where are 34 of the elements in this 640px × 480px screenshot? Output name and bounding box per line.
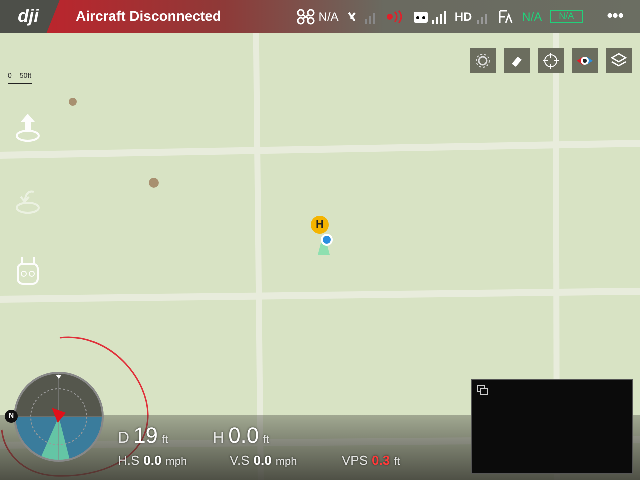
telemetry-unit: mph [276, 455, 298, 470]
telemetry-unit: ft [394, 455, 400, 470]
drone-icon [296, 8, 315, 24]
status-title: Aircraft Disconnected [76, 7, 222, 26]
telemetry-label: D [118, 429, 130, 449]
crosshair-icon [543, 52, 559, 68]
telemetry-label: V.S [230, 452, 250, 470]
telemetry-label: H [213, 429, 225, 449]
telemetry-label: VPS [342, 452, 368, 470]
layers-icon [611, 52, 627, 68]
dji-logo: dji [0, 0, 60, 33]
settings-icon [475, 52, 491, 68]
gps-status: N/A [522, 8, 542, 26]
layers-button[interactable] [606, 48, 632, 73]
switch-view-icon[interactable] [477, 385, 489, 397]
battery-status: N/A [550, 10, 584, 23]
hd-label: HD [454, 8, 472, 26]
telemetry-label: H.S [118, 452, 140, 470]
direction-button[interactable] [572, 48, 598, 73]
gps-mode-icon [498, 8, 514, 24]
telemetry-unit: mph [166, 455, 188, 470]
more-menu[interactable]: ••• [607, 4, 624, 28]
telemetry-unit: ft [162, 433, 168, 448]
aircraft-status: N/A [318, 8, 339, 26]
crosshair-button[interactable] [538, 48, 564, 73]
telemetry-value: 0.3 [372, 452, 390, 470]
telemetry-value: 0.0 [254, 452, 272, 470]
telemetry-unit: ft [263, 433, 270, 448]
eraser-button[interactable] [504, 48, 530, 73]
remote-signal-icon [412, 8, 447, 24]
settings-button[interactable] [470, 48, 496, 73]
signal-warning-icon [384, 10, 405, 24]
telemetry-value: 0.0 [144, 452, 162, 470]
telemetry-value: 0.0 [228, 425, 260, 447]
